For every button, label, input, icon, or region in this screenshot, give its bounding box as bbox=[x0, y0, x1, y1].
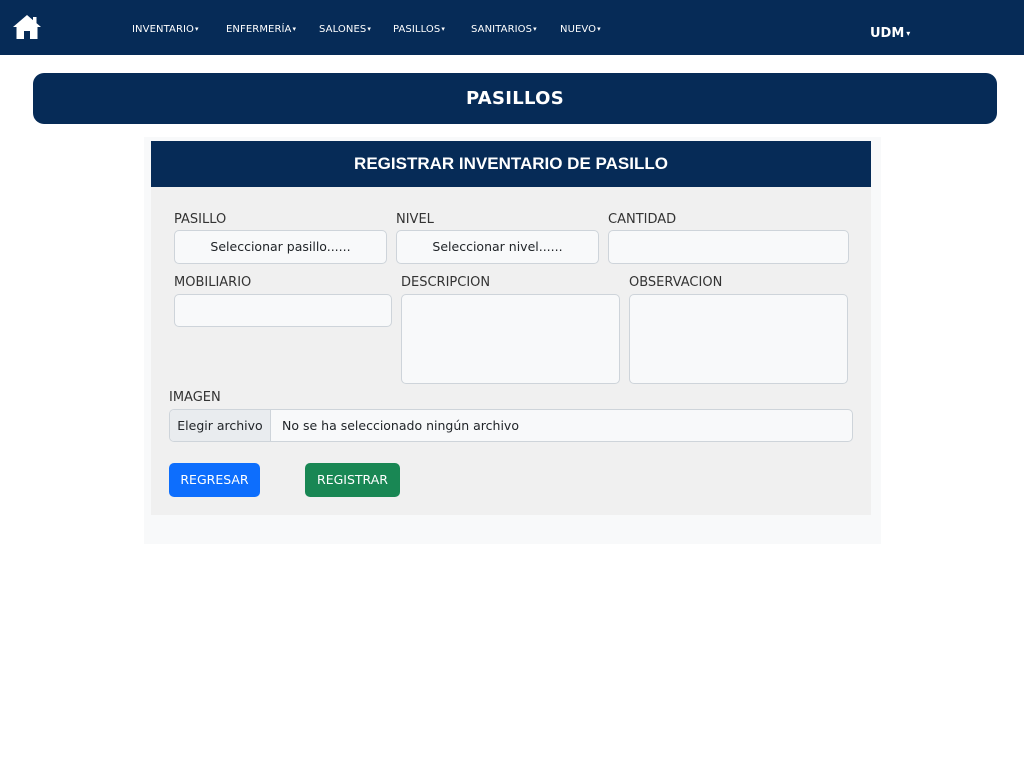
choose-file-button[interactable]: Elegir archivo bbox=[170, 410, 271, 441]
caret-down-icon: ▾ bbox=[367, 25, 371, 33]
cantidad-input[interactable] bbox=[608, 230, 849, 264]
mobiliario-label: MOBILIARIO bbox=[174, 275, 252, 290]
page-title-banner: PASILLOS bbox=[33, 73, 997, 124]
file-status-text: No se ha seleccionado ningún archivo bbox=[282, 418, 519, 433]
descripcion-label: DESCRIPCION bbox=[401, 275, 491, 290]
observacion-textarea[interactable] bbox=[629, 294, 848, 384]
nav-item-sanitarios[interactable]: SANITARIOS▾ bbox=[471, 24, 537, 35]
caret-down-icon: ▾ bbox=[441, 25, 445, 33]
caret-down-icon: ▾ bbox=[292, 25, 297, 33]
back-button[interactable]: REGRESAR bbox=[169, 463, 260, 497]
observacion-label: OBSERVACION bbox=[629, 275, 723, 290]
nav-item-inventario[interactable]: INVENTARIO▾ bbox=[132, 24, 199, 35]
nav-item-salones[interactable]: SALONES▾ bbox=[319, 24, 371, 35]
nav-item-nuevo[interactable]: NUEVO▾ bbox=[560, 24, 601, 35]
page-title: PASILLOS bbox=[465, 88, 565, 109]
imagen-label: IMAGEN bbox=[169, 390, 221, 405]
cantidad-label: CANTIDAD bbox=[608, 212, 677, 227]
nav-item-pasillos[interactable]: PASILLOS▾ bbox=[393, 24, 445, 35]
form-card-header: REGISTRAR INVENTARIO DE PASILLO bbox=[151, 141, 871, 187]
nivel-label: NIVEL bbox=[396, 212, 434, 227]
pasillo-label: PASILLO bbox=[174, 212, 227, 227]
caret-down-icon: ▾ bbox=[195, 25, 199, 33]
mobiliario-input[interactable] bbox=[174, 294, 392, 327]
caret-down-icon: ▾ bbox=[533, 25, 537, 33]
nav-item-enfermeria[interactable]: ENFERMERÍA▾ bbox=[226, 24, 296, 35]
caret-down-icon: ▾ bbox=[906, 29, 911, 38]
form-title: REGISTRAR INVENTARIO DE PASILLO bbox=[354, 154, 668, 173]
home-icon[interactable] bbox=[12, 14, 42, 40]
pasillo-select[interactable]: Seleccionar pasillo...... bbox=[174, 230, 387, 264]
user-menu[interactable]: UDM ▾ bbox=[870, 26, 910, 41]
caret-down-icon: ▾ bbox=[597, 25, 601, 33]
register-button[interactable]: REGISTRAR bbox=[305, 463, 400, 497]
nivel-select[interactable]: Seleccionar nivel...... bbox=[396, 230, 599, 264]
top-navbar: INVENTARIO▾ ENFERMERÍA▾ SALONES▾ PASILLO… bbox=[0, 0, 1024, 55]
descripcion-textarea[interactable] bbox=[401, 294, 620, 384]
imagen-file-input[interactable]: Elegir archivo No se ha seleccionado nin… bbox=[169, 409, 853, 442]
